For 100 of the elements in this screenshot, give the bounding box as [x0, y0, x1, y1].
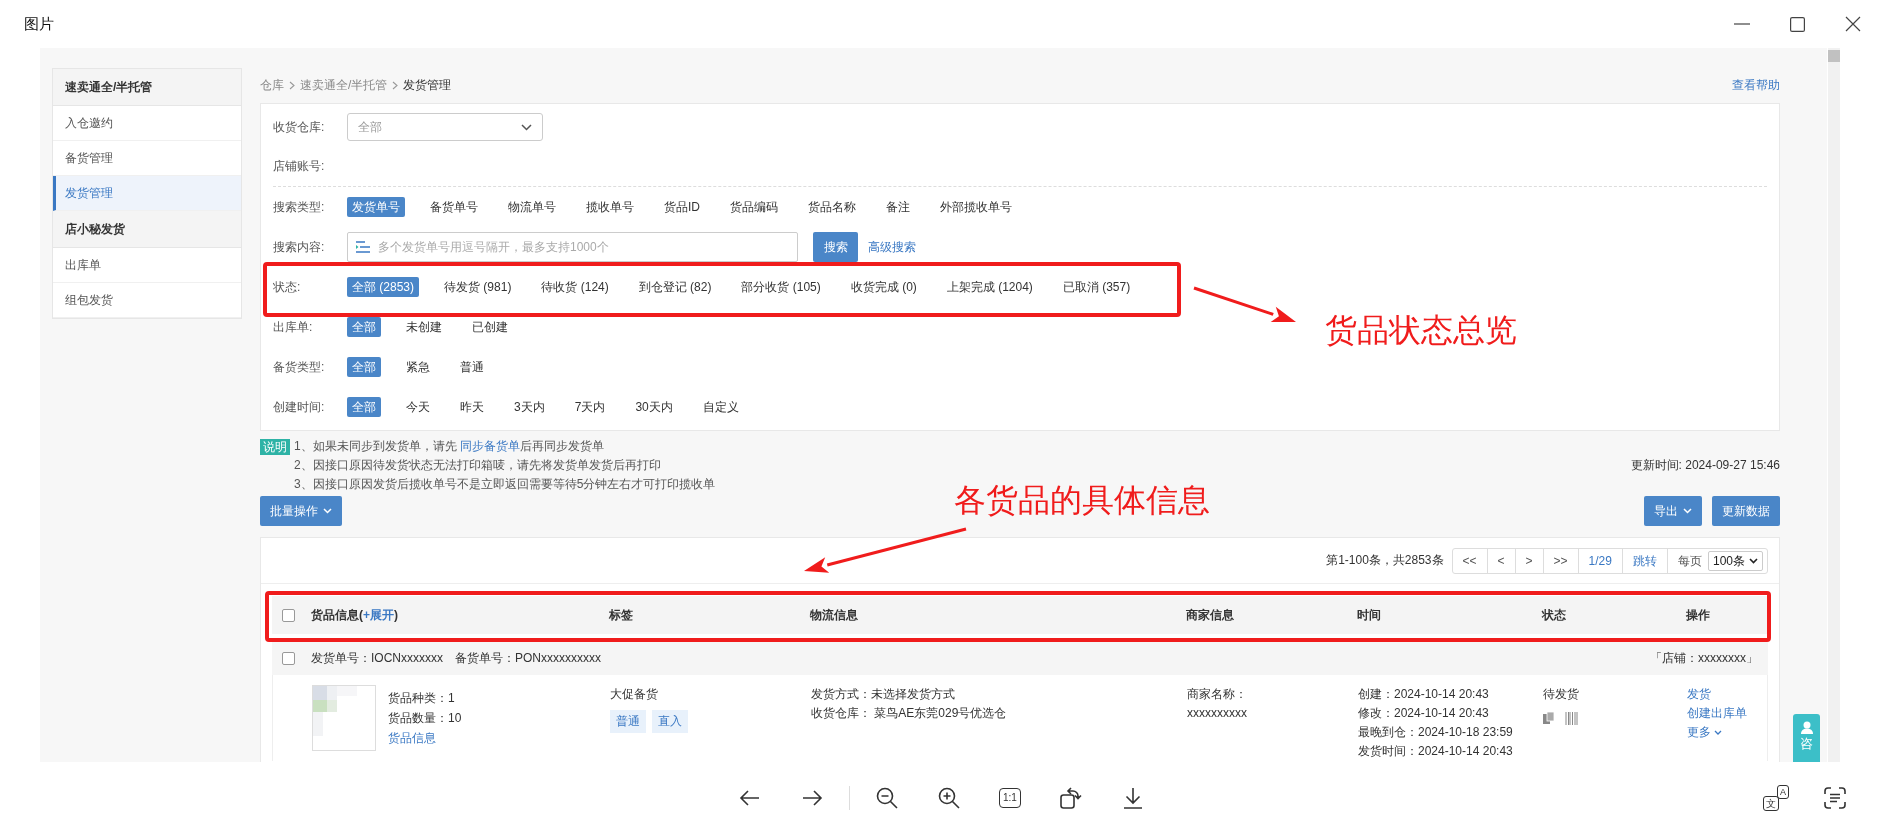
filter-option[interactable]: 全部 — [347, 397, 381, 417]
filter-option[interactable]: 紧急 — [401, 357, 435, 377]
filter-option[interactable]: 全部 — [347, 317, 381, 337]
page-nav-button[interactable]: << — [1452, 548, 1488, 573]
maximize-icon[interactable] — [1790, 16, 1805, 32]
close-icon[interactable] — [1845, 16, 1861, 32]
filter-option[interactable]: 到仓登记 (82) — [633, 277, 717, 297]
filter-option[interactable]: 货品ID — [659, 197, 705, 217]
sync-link[interactable]: 同步备货单 — [460, 439, 520, 453]
filter-label: 搜索内容: — [273, 238, 326, 256]
sidebar-group-title: 速卖通全/半托管 — [53, 69, 241, 106]
filter-option[interactable]: 货品名称 — [803, 197, 861, 217]
note-text: 2、因接口原因待发货状态无法打印箱唛，请先将发货单发货后再打印 — [294, 457, 662, 474]
refresh-button[interactable]: 更新数据 — [1712, 496, 1780, 526]
sidebar-item[interactable]: 入仓邀约 — [53, 106, 241, 141]
filter-option[interactable]: 待收货 (124) — [536, 277, 614, 297]
merchant-text: xxxxxxxxxx — [1187, 705, 1247, 722]
action-link[interactable]: 更多 — [1687, 723, 1722, 742]
chevron-down-icon — [1714, 730, 1722, 735]
filter-option[interactable]: 自定义 — [697, 397, 744, 417]
annotation-text: 各货品的具体信息 — [954, 481, 1210, 520]
action-link[interactable]: 发货 — [1687, 685, 1711, 704]
checkbox[interactable] — [282, 652, 295, 665]
translate-button[interactable]: 文 A — [1763, 785, 1789, 811]
copy-icon[interactable] — [1543, 712, 1555, 724]
batch-button[interactable]: 批量操作 — [260, 496, 342, 526]
search-button[interactable]: 搜索 — [813, 232, 858, 262]
rotate-icon[interactable] — [1058, 786, 1083, 810]
filter-option[interactable]: 待发货 (981) — [439, 277, 517, 297]
text-scan-icon[interactable] — [1823, 786, 1847, 810]
shop-name: 「店铺：xxxxxxxx」 — [1650, 650, 1759, 667]
jump-button[interactable]: 跳转 — [1622, 548, 1668, 573]
filter-option[interactable]: 已创建 — [467, 317, 513, 337]
filter-option[interactable]: 部分收货 (105) — [736, 277, 826, 297]
zoom-out-icon[interactable] — [875, 786, 899, 810]
filter-label: 出库单: — [273, 318, 314, 336]
filter-option[interactable]: 昨天 — [455, 397, 489, 417]
expand-link[interactable]: +展开 — [363, 607, 394, 622]
breadcrumb-item[interactable]: 仓库 — [260, 77, 284, 94]
product-quantity: 货品数量：10 — [388, 710, 462, 727]
filter-option[interactable]: 货品编码 — [725, 197, 783, 217]
column-header: 货品信息(+展开) — [311, 606, 399, 624]
scrollbar-thumb[interactable] — [1828, 50, 1840, 62]
filter-label: 收货仓库: — [273, 118, 326, 136]
zoom-in-icon[interactable] — [937, 786, 961, 810]
action-link[interactable]: 创建出库单 — [1687, 704, 1747, 723]
filter-option[interactable]: 备注 — [881, 197, 915, 217]
sidebar-item[interactable]: 出库单 — [53, 248, 241, 283]
filter-option[interactable]: 未创建 — [401, 317, 447, 337]
checkbox[interactable] — [282, 608, 295, 622]
chevron-down-icon — [1683, 508, 1692, 514]
help-link[interactable]: 查看帮助 — [1732, 77, 1780, 94]
page-nav-button[interactable]: < — [1487, 548, 1516, 573]
chevron-down-icon — [1749, 557, 1758, 564]
chevron-down-icon — [323, 508, 332, 514]
barcode-icon[interactable] — [1565, 712, 1578, 725]
tag: 直入 — [652, 710, 688, 733]
column-header: 时间 — [1357, 606, 1382, 624]
actual-size-button[interactable]: 1:1 — [999, 788, 1021, 808]
column-header: 操作 — [1686, 606, 1711, 624]
page-indicator: 1/29 — [1578, 548, 1623, 573]
filter-option[interactable]: 物流单号 — [503, 197, 561, 217]
filter-label: 状态: — [273, 278, 302, 296]
filter-option[interactable]: 外部揽收单号 — [935, 197, 1017, 217]
export-button[interactable]: 导出 — [1644, 496, 1702, 526]
stock-number: 备货单号：PONxxxxxxxxxx — [455, 650, 601, 667]
filter-option[interactable]: 全部 (2853) — [347, 277, 420, 297]
merchant-text: 商家名称： — [1187, 686, 1247, 703]
breadcrumb-item[interactable]: 速卖通全/半托管 — [300, 77, 388, 94]
column-header: 标签 — [609, 606, 634, 624]
filter-option[interactable]: 3天内 — [509, 397, 550, 417]
person-icon — [1799, 720, 1814, 734]
filter-option[interactable]: 30天内 — [630, 397, 678, 417]
filter-option[interactable]: 备货单号 — [425, 197, 483, 217]
note-text: 1、如果未同步到发货单，请先 同步备货单后再同步发货单 — [294, 438, 605, 455]
per-page-select[interactable]: 100条 — [1707, 550, 1763, 571]
filter-option[interactable]: 7天内 — [569, 397, 611, 417]
time-text: 创建：2024-10-14 20:43 — [1358, 686, 1489, 703]
tag-title: 大促备货 — [610, 686, 658, 703]
filter-option[interactable]: 今天 — [401, 397, 435, 417]
scrollbar[interactable] — [1828, 48, 1840, 762]
product-kinds: 货品种类：1 — [388, 690, 455, 707]
sidebar-item[interactable]: 组包发货 — [53, 283, 241, 318]
filter-option[interactable]: 已取消 (357) — [1057, 277, 1136, 297]
filter-option[interactable]: 收货完成 (0) — [845, 277, 922, 297]
advanced-search-link[interactable]: 高级搜索 — [868, 238, 916, 256]
filter-label: 店铺账号: — [273, 158, 326, 175]
filter-option[interactable]: 揽收单号 — [581, 197, 639, 217]
note-text: 3、因接口原因发货后揽收单号不是立即返回需要等待5分钟左右才可打印揽收单 — [294, 476, 716, 493]
filter-option[interactable]: 发货单号 — [347, 197, 405, 217]
page-nav-button[interactable]: >> — [1543, 548, 1579, 573]
filter-option[interactable]: 普通 — [455, 357, 489, 377]
product-info-link[interactable]: 货品信息 — [388, 728, 436, 748]
update-time: 更新时间: 2024-09-27 15:46 — [1630, 457, 1780, 474]
sidebar-item[interactable]: 发货管理 — [53, 176, 241, 211]
filter-label: 创建时间: — [273, 398, 326, 416]
page-nav-button[interactable]: > — [1515, 548, 1544, 573]
sidebar-group-title: 店小秘发货 — [53, 211, 241, 248]
filter-option[interactable]: 上架完成 (1204) — [941, 277, 1038, 297]
filter-option[interactable]: 全部 — [347, 357, 381, 377]
